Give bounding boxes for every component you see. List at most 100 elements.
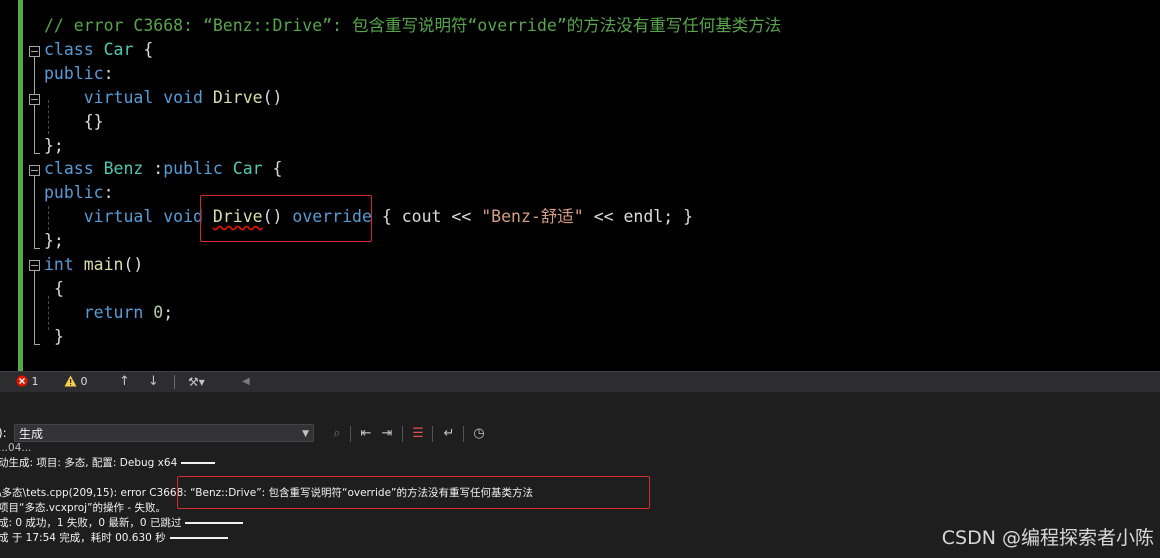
code-punct: :	[103, 64, 114, 83]
number-literal: 0	[153, 303, 164, 322]
warning-icon	[64, 375, 77, 387]
fold-guide-end	[34, 344, 40, 345]
output-toolbar: ): 生成 ▼ ⌕ ⇤ ⇥ ☰ ↵ ◷	[0, 422, 1160, 446]
source-label: ):	[0, 426, 7, 440]
keyword: class	[44, 40, 94, 59]
output-source-dropdown[interactable]: 生成 ▼	[14, 424, 314, 442]
output-line: 成: 0 成功，1 失败，0 最新，0 已跳过	[0, 515, 244, 531]
brush-filter-icon[interactable]: ⚒▾	[188, 374, 205, 390]
code-punct: {	[381, 207, 392, 226]
keyword: public	[44, 183, 104, 202]
code-punct: }	[53, 327, 64, 346]
output-source-value: 生成	[19, 427, 44, 441]
next-message-icon[interactable]: ⇥	[378, 425, 396, 443]
output-rule	[169, 537, 228, 539]
clear-all-icon[interactable]: ☰	[409, 425, 427, 443]
chevron-down-icon: ▼	[302, 429, 309, 439]
keyword: int	[44, 255, 74, 274]
scroll-left-icon[interactable]: ◀	[242, 374, 250, 390]
code-line: virtual void Dirve()	[44, 86, 283, 110]
class-name: Car	[103, 40, 134, 59]
fold-toggle-icon[interactable]	[29, 165, 40, 176]
output-rule	[181, 462, 216, 464]
output-line-text: 成: 0 成功，1 失败，0 最新，0 已跳过	[0, 517, 182, 529]
output-line: ...04...	[0, 442, 32, 454]
toolbar-separator	[463, 426, 464, 442]
function-name: main	[83, 255, 124, 274]
output-line: 项目“多态.vcxproj”的操作 - 失败。	[0, 502, 166, 514]
keyword: public	[163, 159, 223, 178]
fold-guide	[34, 271, 35, 344]
fold-toggle-icon[interactable]	[29, 94, 40, 105]
identifier: cout	[401, 207, 442, 226]
previous-message-icon[interactable]: ⇤	[357, 425, 375, 443]
keyword: void	[163, 207, 203, 226]
function-name: Dirve	[212, 88, 263, 107]
keyword: public	[44, 64, 104, 83]
code-line: }	[44, 325, 64, 349]
error-count[interactable]: 1	[16, 374, 39, 390]
annotation-highlight-box	[177, 476, 650, 509]
code-punct: {	[262, 159, 283, 178]
code-line: class Car {	[44, 38, 153, 62]
code-line: {}	[44, 110, 104, 134]
code-line: public:	[44, 181, 114, 205]
keyword: virtual	[83, 88, 154, 107]
output-line-text: 动生成: 项目: 多态, 配置: Debug x64	[0, 457, 178, 469]
code-punct: ()	[123, 255, 144, 274]
string-literal: "Benz-舒适"	[481, 207, 584, 226]
output-line: 成 于 17:54 完成，耗时 00.630 秒	[0, 530, 228, 546]
toolbar-separator	[432, 426, 433, 442]
arrow-down-icon[interactable]: ↓	[148, 374, 159, 390]
code-punct: };	[44, 136, 64, 155]
error-status-bar: 1 0 ↑ ↓ ⚒▾ ◀	[0, 371, 1160, 392]
arrow-up-icon[interactable]: ↑	[119, 374, 130, 390]
code-punct: }	[683, 207, 694, 226]
error-count-value: 1	[31, 375, 39, 388]
error-icon	[16, 375, 28, 387]
keyword: void	[163, 88, 203, 107]
operator: <<	[451, 207, 472, 226]
warning-count-value: 0	[80, 375, 88, 388]
clock-icon[interactable]: ◷	[470, 425, 488, 443]
code-line: {	[44, 277, 64, 301]
warning-count[interactable]: 0	[64, 374, 88, 390]
base-class-name: Car	[232, 159, 263, 178]
find-message-icon[interactable]: ⌕	[328, 425, 346, 443]
word-wrap-icon[interactable]: ↵	[440, 425, 458, 443]
code-comment: // error C3668: “Benz::Drive”: 包含重写说明符“o…	[44, 16, 782, 35]
output-line-text: 成 于 17:54 完成，耗时 00.630 秒	[0, 532, 166, 544]
fold-guide	[34, 176, 35, 248]
code-punct: ()	[262, 88, 283, 107]
code-line: return 0;	[44, 301, 173, 325]
code-punct: :	[143, 159, 164, 178]
code-punct: {}	[83, 112, 104, 131]
code-line: int main()	[44, 253, 143, 277]
fold-guide-end	[34, 248, 40, 249]
code-line: class Benz :public Car {	[44, 157, 282, 181]
identifier: endl;	[623, 207, 674, 226]
keyword: virtual	[83, 207, 154, 226]
code-punct: {	[53, 279, 64, 298]
annotation-highlight-box	[200, 195, 372, 242]
code-line: };	[44, 229, 64, 253]
output-rule	[185, 522, 244, 524]
watermark: CSDN @编程探索者小陈	[941, 527, 1154, 549]
code-punct: :	[103, 183, 114, 202]
fold-toggle-icon[interactable]	[29, 260, 40, 271]
keyword: class	[44, 159, 94, 178]
code-editor[interactable]: // error C3668: “Benz::Drive”: 包含重写说明符“o…	[0, 0, 1160, 371]
code-punct: ;	[163, 303, 174, 322]
keyword: return	[83, 303, 144, 322]
toolbar-separator	[402, 426, 403, 442]
code-punct: };	[44, 231, 64, 250]
fold-toggle-icon[interactable]	[29, 46, 40, 57]
toolbar-separator	[350, 426, 351, 442]
code-line: };	[44, 134, 64, 158]
output-pane: ): 生成 ▼ ⌕ ⇤ ⇥ ☰ ↵ ◷ ...04... 动生成: 项目: 多态…	[0, 392, 1160, 558]
class-name: Benz	[103, 159, 144, 178]
operator: <<	[593, 207, 614, 226]
fold-guide-end	[34, 153, 40, 154]
code-line: public:	[44, 62, 114, 86]
fold-guide	[34, 57, 35, 153]
